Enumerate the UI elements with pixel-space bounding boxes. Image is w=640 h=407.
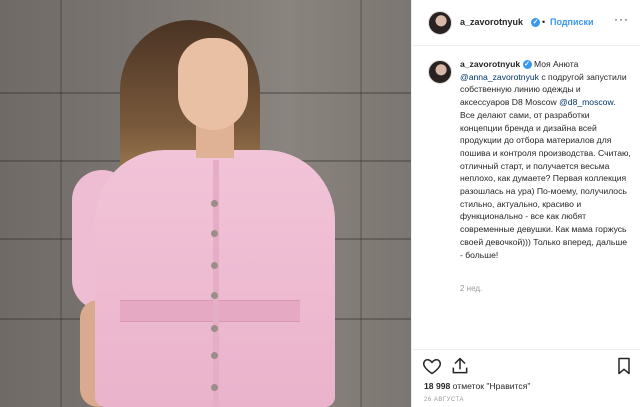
dress-button <box>211 384 218 391</box>
post-sidebar: a_zavorotnyuk ✓ • Подписки ··· a_zavorot… <box>411 0 640 407</box>
likes-label: отметок "Нравится" <box>450 381 531 391</box>
caption-mention[interactable]: @d8_moscow <box>559 97 613 107</box>
post-date: 26 АВГУСТА <box>424 397 465 403</box>
wall-seam <box>60 0 62 407</box>
following-button[interactable]: Подписки <box>550 17 594 27</box>
caption-text: . Все делают сами, от разработки концепц… <box>460 97 631 260</box>
likes-number[interactable]: 18 998 <box>424 381 450 391</box>
face <box>178 38 248 130</box>
caption-avatar[interactable] <box>428 60 452 84</box>
more-options-icon[interactable]: ··· <box>614 12 629 26</box>
post-time-ago[interactable]: 2 нед. <box>460 284 482 293</box>
verified-badge-icon: ✓ <box>531 18 540 27</box>
separator-dot: • <box>542 17 546 27</box>
dress-waistband <box>120 300 300 322</box>
caption-text: Моя Анюта <box>531 59 579 69</box>
dress-button <box>211 230 218 237</box>
wall-seam <box>360 0 362 407</box>
post-caption: a_zavorotnyuk ✓ Моя Анюта @anna_zavorotn… <box>460 58 632 261</box>
dress-button <box>211 200 218 207</box>
likes-count[interactable]: 18 998 отметок "Нравится" <box>424 381 530 391</box>
action-bar <box>412 349 640 379</box>
dress-button <box>211 325 218 332</box>
dress-button <box>211 292 218 299</box>
dress-button <box>211 262 218 269</box>
share-icon[interactable] <box>450 356 472 378</box>
post-photo[interactable] <box>0 0 411 407</box>
caption-mention[interactable]: @anna_zavorotnyuk <box>460 72 539 82</box>
dress-placket <box>213 160 219 407</box>
avatar[interactable] <box>428 11 452 35</box>
caption-author[interactable]: a_zavorotnyuk <box>460 59 520 69</box>
post-header: a_zavorotnyuk ✓ • Подписки ··· <box>412 0 640 46</box>
bookmark-icon[interactable] <box>614 356 636 378</box>
verified-badge-icon: ✓ <box>522 60 532 70</box>
heart-icon[interactable] <box>422 356 444 378</box>
username[interactable]: a_zavorotnyuk <box>460 17 523 27</box>
dress-button <box>211 352 218 359</box>
